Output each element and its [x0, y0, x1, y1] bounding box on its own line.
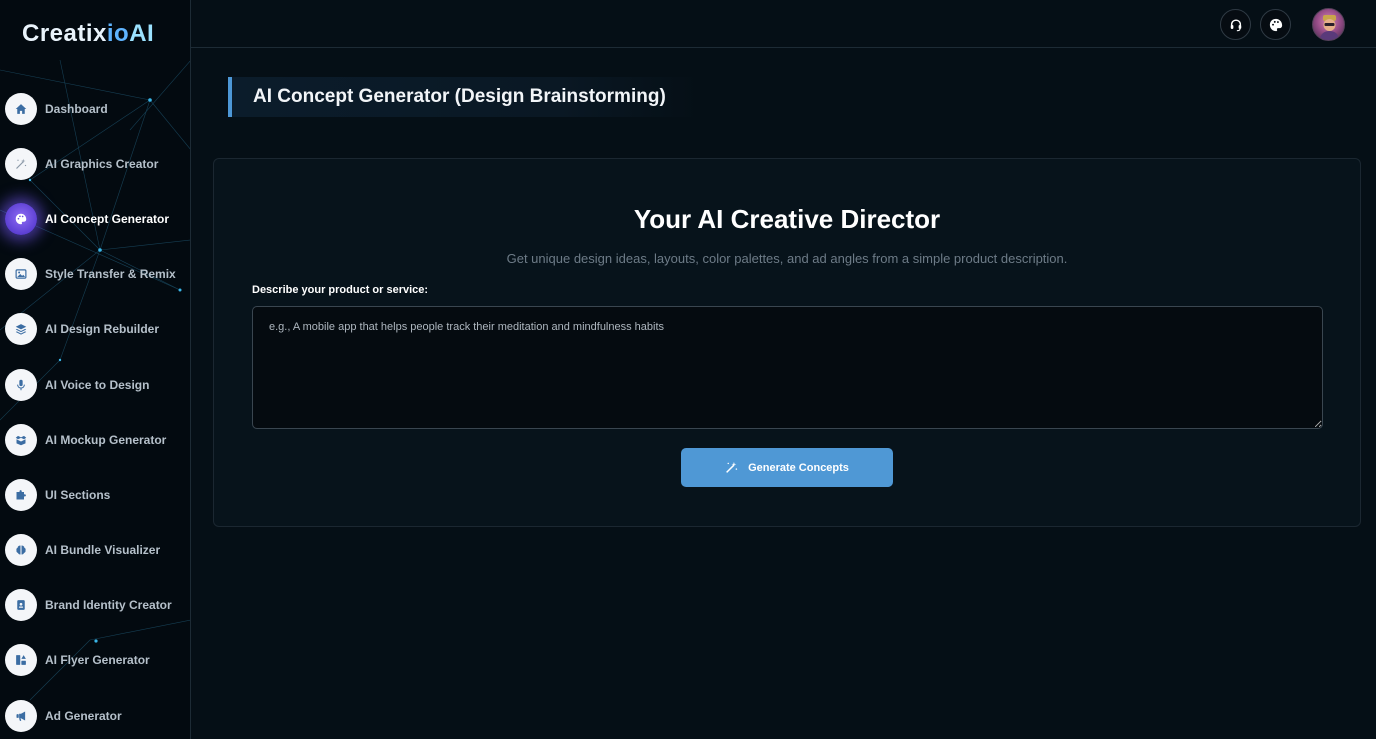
sidebar-nav: Dashboard AI Graphics Creator AI Concept…	[0, 81, 190, 739]
sidebar-item-label: Style Transfer & Remix	[45, 267, 176, 282]
sidebar-item-ai-bundle-visualizer[interactable]: AI Bundle Visualizer	[0, 523, 190, 578]
id-badge-icon	[5, 589, 37, 622]
puzzle-icon	[5, 478, 37, 511]
sidebar-item-label: AI Mockup Generator	[45, 432, 167, 447]
page-title: AI Concept Generator (Design Brainstormi…	[228, 77, 698, 117]
sidebar-item-ai-concept-generator[interactable]: AI Concept Generator	[0, 191, 190, 246]
sidebar-item-ai-flyer-generator[interactable]: AI Flyer Generator	[0, 633, 190, 688]
sidebar-item-dashboard[interactable]: Dashboard	[0, 81, 190, 136]
generate-concepts-label: Generate Concepts	[748, 461, 849, 474]
palette-icon	[5, 202, 37, 235]
microphone-icon	[5, 368, 37, 401]
sidebar-item-label: AI Voice to Design	[45, 377, 150, 392]
sidebar-item-style-transfer-remix[interactable]: Style Transfer & Remix	[0, 247, 190, 302]
concept-generator-card: Your AI Creative Director Get unique des…	[213, 158, 1361, 527]
card-subtitle: Get unique design ideas, layouts, color …	[506, 251, 1068, 266]
generate-concepts-button[interactable]: Generate Concepts	[681, 448, 893, 487]
sidebar-item-ai-voice-to-design[interactable]: AI Voice to Design	[0, 357, 190, 412]
sidebar-item-ad-generator[interactable]: Ad Generator	[0, 688, 190, 739]
sidebar: Creatix io AI Dashboard AI Graphics Creato…	[0, 0, 191, 739]
sidebar-item-label: AI Design Rebuilder	[45, 322, 160, 337]
top-bar	[191, 0, 1376, 48]
sidebar-item-label: AI Graphics Creator	[45, 156, 159, 171]
sidebar-item-ai-design-rebuilder[interactable]: AI Design Rebuilder	[0, 302, 190, 357]
image-icon	[5, 258, 37, 291]
sidebar-item-label: AI Concept Generator	[45, 211, 170, 226]
sidebar-item-label: AI Flyer Generator	[45, 653, 150, 668]
description-label: Describe your product or service:	[252, 284, 429, 296]
sidebar-item-label: UI Sections	[45, 487, 111, 502]
sidebar-item-ai-graphics-creator[interactable]: AI Graphics Creator	[0, 136, 190, 191]
layers-icon	[5, 313, 37, 346]
sidebar-item-ai-mockup-generator[interactable]: AI Mockup Generator	[0, 412, 190, 467]
sidebar-item-label: AI Bundle Visualizer	[45, 543, 161, 558]
avatar-illustration	[1319, 15, 1340, 40]
megaphone-icon	[5, 699, 37, 732]
card-title: Your AI Creative Director	[633, 204, 941, 234]
brand-logo[interactable]: Creatix io AI	[22, 18, 154, 50]
logo-text-part3: AI	[129, 20, 155, 47]
shapes-icon	[5, 644, 37, 677]
user-avatar[interactable]	[1312, 8, 1345, 41]
sidebar-item-label: Ad Generator	[45, 708, 122, 723]
home-icon	[5, 92, 37, 125]
sidebar-item-label: Brand Identity Creator	[45, 598, 172, 613]
description-textarea[interactable]	[252, 306, 1323, 429]
brain-icon	[5, 534, 37, 567]
sidebar-item-brand-identity-creator[interactable]: Brand Identity Creator	[0, 578, 190, 633]
headset-icon[interactable]	[1220, 9, 1251, 40]
magic-wand-icon	[5, 147, 37, 180]
sidebar-item-label: Dashboard	[45, 101, 108, 116]
app-root: Creatix io AI Dashboard AI Graphics Creato…	[0, 0, 1376, 739]
magic-wand-icon	[726, 461, 738, 473]
box-icon	[5, 423, 37, 456]
sidebar-item-ui-sections[interactable]: UI Sections	[0, 467, 190, 522]
logo-text-part1: Creatix	[22, 20, 107, 47]
logo-text-part2: io	[106, 20, 130, 47]
palette-icon[interactable]	[1260, 9, 1291, 40]
